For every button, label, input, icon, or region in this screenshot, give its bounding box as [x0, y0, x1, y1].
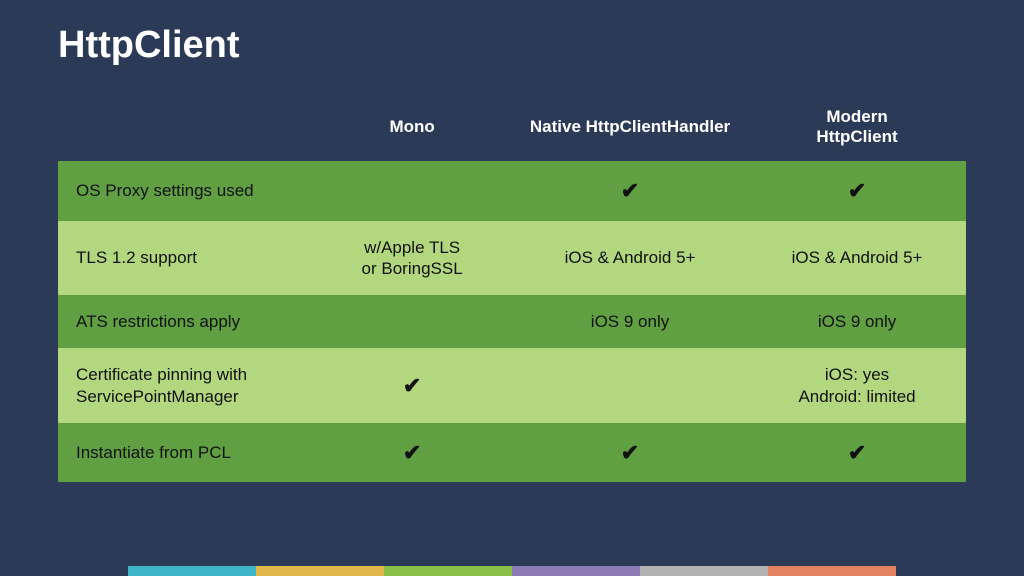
table-header-mono: Mono	[312, 97, 512, 161]
stripe-segment	[768, 566, 896, 576]
stripe-segment	[896, 566, 1024, 576]
cell	[512, 348, 748, 423]
table-row: TLS 1.2 support w/Apple TLSor BoringSSL …	[58, 221, 966, 296]
check-icon: ✔	[621, 440, 639, 465]
cell: ✔	[312, 423, 512, 483]
cell: iOS & Android 5+	[512, 221, 748, 296]
cell: iOS: yesAndroid: limited	[748, 348, 966, 423]
cell: iOS 9 only	[512, 295, 748, 348]
table-header-native: Native HttpClientHandler	[512, 97, 748, 161]
cell: ✔	[748, 161, 966, 221]
table-header-empty	[58, 97, 312, 161]
comparison-table-wrap: Mono Native HttpClientHandler ModernHttp…	[58, 97, 966, 482]
cell	[312, 161, 512, 221]
check-icon: ✔	[403, 440, 421, 465]
stripe-segment	[640, 566, 768, 576]
table-row: Instantiate from PCL ✔ ✔ ✔	[58, 423, 966, 483]
table-row: ATS restrictions apply iOS 9 only iOS 9 …	[58, 295, 966, 348]
page-title: HttpClient	[0, 0, 1024, 67]
row-label: Certificate pinning withServicePointMana…	[58, 348, 312, 423]
stripe-segment	[512, 566, 640, 576]
check-icon: ✔	[848, 440, 866, 465]
table-header-modern: ModernHttpClient	[748, 97, 966, 161]
stripe-segment	[0, 566, 128, 576]
footer-color-stripe	[0, 566, 1024, 576]
stripe-segment	[256, 566, 384, 576]
stripe-segment	[384, 566, 512, 576]
check-icon: ✔	[621, 178, 639, 203]
cell: ✔	[312, 348, 512, 423]
check-icon: ✔	[403, 373, 421, 398]
row-label: TLS 1.2 support	[58, 221, 312, 296]
check-icon: ✔	[848, 178, 866, 203]
row-label: Instantiate from PCL	[58, 423, 312, 483]
cell: ✔	[512, 423, 748, 483]
cell: w/Apple TLSor BoringSSL	[312, 221, 512, 296]
cell: iOS & Android 5+	[748, 221, 966, 296]
stripe-segment	[128, 566, 256, 576]
table-row: OS Proxy settings used ✔ ✔	[58, 161, 966, 221]
cell: ✔	[512, 161, 748, 221]
cell: ✔	[748, 423, 966, 483]
cell	[312, 295, 512, 348]
cell: iOS 9 only	[748, 295, 966, 348]
table-header-row: Mono Native HttpClientHandler ModernHttp…	[58, 97, 966, 161]
row-label: OS Proxy settings used	[58, 161, 312, 221]
table-row: Certificate pinning withServicePointMana…	[58, 348, 966, 423]
row-label: ATS restrictions apply	[58, 295, 312, 348]
comparison-table: Mono Native HttpClientHandler ModernHttp…	[58, 97, 966, 482]
